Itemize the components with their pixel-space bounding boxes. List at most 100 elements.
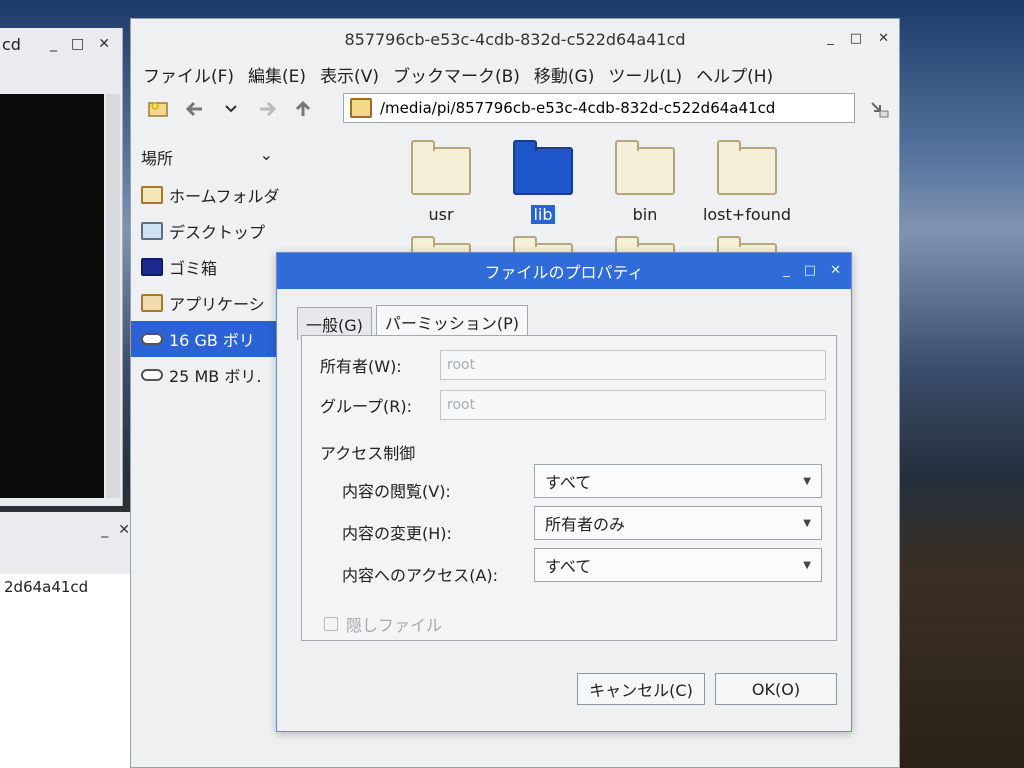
sidebar-item-label: 25 MB ボリ. <box>169 367 262 386</box>
tab-permissions[interactable]: パーミッション(P) <box>375 305 529 338</box>
close-icon[interactable]: ✕ <box>98 36 110 52</box>
up-arrow-icon[interactable] <box>291 97 315 121</box>
scrollbar[interactable] <box>106 94 120 498</box>
path-bar <box>343 93 855 123</box>
access-control-heading: アクセス制御 <box>320 444 416 463</box>
terminal-pane[interactable] <box>0 94 104 498</box>
minimize-icon[interactable]: _ <box>50 36 57 52</box>
sidebar-item-applications[interactable]: アプリケーシ <box>131 285 281 321</box>
change-permission-value: 所有者のみ <box>545 515 626 534</box>
view-permission-select[interactable]: すべて ▼ <box>534 464 822 498</box>
background-window-titlebar: cd _ □ ✕ <box>0 28 122 60</box>
window-titlebar: 857796cb-e53c-4cdb-832d-c522d64a41cd _ □… <box>131 19 899 59</box>
access-permission-value: すべて <box>545 557 592 576</box>
sidebar-item-label: 16 GB ボリ <box>169 331 255 350</box>
sidebar-item-trash[interactable]: ゴミ箱 <box>131 249 281 285</box>
dropdown-arrow-icon: ▼ <box>803 559 811 571</box>
path-input[interactable] <box>378 98 822 118</box>
hidden-file-checkbox[interactable]: 隠しファイル <box>324 612 442 636</box>
folder-home-icon <box>350 98 372 118</box>
hidden-file-label: 隠しファイル <box>346 616 443 635</box>
owner-field: root <box>440 350 826 380</box>
cancel-button[interactable]: キャンセル(C) <box>577 673 705 705</box>
file-name: bin <box>632 205 658 224</box>
chevron-down-icon[interactable] <box>219 97 243 121</box>
change-label: 内容の変更(H): <box>342 524 452 543</box>
ok-button[interactable]: OK(O) <box>715 673 837 705</box>
drive-icon <box>141 333 163 345</box>
dialog-titlebar: ファイルのプロパティ _ □ ✕ <box>277 253 851 289</box>
access-permission-select[interactable]: すべて ▼ <box>534 548 822 582</box>
sidebar-item-16gb-volume[interactable]: 16 GB ボリ <box>131 321 281 357</box>
checkbox-icon <box>324 617 338 631</box>
file-name: lib <box>531 205 555 224</box>
file-properties-dialog: ファイルのプロパティ _ □ ✕ 一般(G) パーミッション(P) 所有者(W)… <box>276 252 852 732</box>
minimize-icon[interactable]: _ <box>101 522 108 538</box>
menu-help[interactable]: ヘルプ(H) <box>696 62 773 87</box>
home-icon <box>141 186 163 204</box>
menubar: ファイル(F) 編集(E) 表示(V) ブックマーク(B) 移動(G) ツール(… <box>131 59 899 89</box>
window-title: 857796cb-e53c-4cdb-832d-c522d64a41cd <box>344 29 686 49</box>
group-row: グループ(R): root <box>320 390 826 420</box>
background-window-title: cd <box>2 34 21 54</box>
background-window-top: cd _ □ ✕ <box>0 28 123 506</box>
minimize-icon[interactable]: _ <box>827 31 834 46</box>
minimize-icon[interactable]: _ <box>783 263 790 278</box>
dropdown-arrow-icon: ▼ <box>803 475 811 487</box>
maximize-icon[interactable]: □ <box>804 263 816 278</box>
folder-icon <box>411 140 471 195</box>
file-item-usr[interactable]: usr <box>391 140 491 224</box>
file-name: lost+found <box>702 205 792 224</box>
sidebar-item-label: ゴミ箱 <box>169 259 218 278</box>
menu-file[interactable]: ファイル(F) <box>143 62 234 87</box>
owner-row: 所有者(W): root <box>320 350 826 380</box>
file-item-lost-found[interactable]: lost+found <box>697 140 797 224</box>
sidebar-item-label: ホームフォルダ <box>169 187 280 206</box>
new-tab-icon[interactable] <box>147 97 171 121</box>
folder-icon <box>513 140 573 195</box>
chevron-down-icon[interactable]: ⌄ <box>260 145 273 169</box>
sidebar-item-25mb-volume[interactable]: 25 MB ボリ. <box>131 357 281 393</box>
change-permission-select[interactable]: 所有者のみ ▼ <box>534 506 822 540</box>
group-label: グループ(R): <box>320 397 413 416</box>
close-icon[interactable]: ✕ <box>830 263 841 278</box>
maximize-icon[interactable]: □ <box>850 31 862 46</box>
file-name: usr <box>428 205 454 224</box>
menu-go[interactable]: 移動(G) <box>534 62 594 87</box>
sidebar-header: 場所 ⌄ <box>131 137 281 177</box>
owner-label: 所有者(W): <box>320 357 402 376</box>
group-field: root <box>440 390 826 420</box>
back-arrow-icon[interactable] <box>183 97 207 121</box>
background-window-titlebar: _ ✕ <box>0 512 138 548</box>
menu-bookmarks[interactable]: ブックマーク(B) <box>393 62 520 87</box>
menu-view[interactable]: 表示(V) <box>320 62 379 87</box>
desktop-icon <box>141 222 163 240</box>
close-icon[interactable]: ✕ <box>118 522 130 538</box>
go-icon[interactable] <box>867 97 891 121</box>
sidebar-item-desktop[interactable]: デスクトップ <box>131 213 281 249</box>
menu-tools[interactable]: ツール(L) <box>608 62 682 87</box>
file-item-bin[interactable]: bin <box>595 140 695 224</box>
sidebar-title: 場所 <box>141 149 174 168</box>
close-icon[interactable]: ✕ <box>878 31 889 46</box>
dropdown-arrow-icon: ▼ <box>803 517 811 529</box>
background-window-text: 2d64a41cd <box>0 574 134 768</box>
view-permission-value: すべて <box>545 473 592 492</box>
maximize-icon[interactable]: □ <box>71 36 84 52</box>
access-label: 内容へのアクセス(A): <box>342 566 499 585</box>
sidebar-item-label: アプリケーシ <box>169 295 265 314</box>
trash-icon <box>141 258 163 276</box>
background-window-bottom: _ ✕ 2d64a41cd <box>0 512 139 768</box>
dialog-title: ファイルのプロパティ <box>484 263 644 282</box>
sidebar-item-home[interactable]: ホームフォルダ <box>131 177 281 213</box>
permissions-panel: 所有者(W): root グループ(R): root アクセス制御 内容の閲覧(… <box>301 335 837 641</box>
folder-icon <box>615 140 675 195</box>
forward-arrow-icon[interactable] <box>255 97 279 121</box>
folder-icon <box>717 140 777 195</box>
applications-icon <box>141 294 163 312</box>
view-label: 内容の閲覧(V): <box>342 482 451 501</box>
menu-edit[interactable]: 編集(E) <box>248 62 306 87</box>
file-item-lib[interactable]: lib <box>493 140 593 224</box>
sidebar-item-label: デスクトップ <box>169 223 266 242</box>
drive-icon <box>141 369 163 381</box>
